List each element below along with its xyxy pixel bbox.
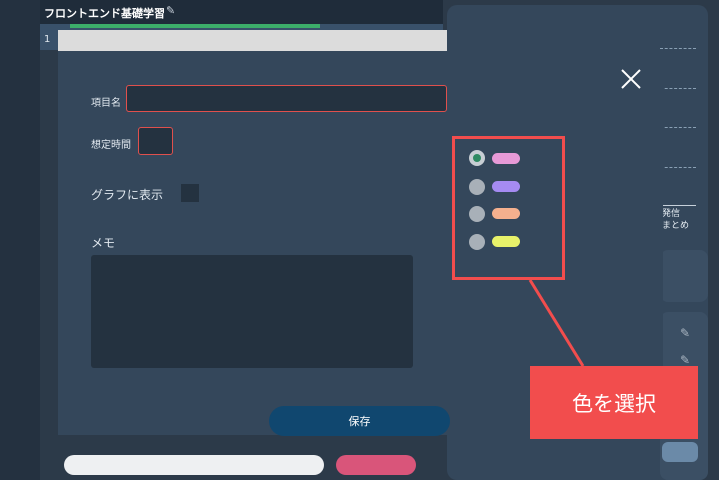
divider bbox=[660, 48, 696, 49]
color-swatch-2[interactable] bbox=[492, 181, 520, 192]
bottom-pill-white[interactable] bbox=[64, 455, 324, 475]
page-title: フロントエンド基礎学習 bbox=[44, 7, 165, 20]
pencil-icon[interactable]: ✎ bbox=[166, 4, 175, 17]
color-swatch-1[interactable] bbox=[492, 153, 520, 164]
memo-textarea[interactable] bbox=[91, 255, 413, 368]
line-number: 1 bbox=[44, 34, 51, 45]
time-input[interactable] bbox=[138, 127, 173, 155]
color-radio-4[interactable] bbox=[469, 234, 485, 250]
graph-label: グラフに表示 bbox=[91, 188, 164, 202]
progress-strip bbox=[70, 24, 320, 28]
graph-checkbox[interactable] bbox=[181, 184, 199, 202]
memo-label: メモ bbox=[91, 236, 116, 250]
right-card bbox=[660, 250, 708, 302]
right-panel-text: 発信 まとめ bbox=[662, 209, 690, 231]
color-radio-3[interactable] bbox=[469, 206, 485, 222]
item-name-label: 項目名 bbox=[91, 98, 121, 109]
divider bbox=[660, 88, 696, 89]
color-swatch-4[interactable] bbox=[492, 236, 520, 247]
color-swatch-3[interactable] bbox=[492, 208, 520, 219]
bottom-pill-pink[interactable] bbox=[336, 455, 416, 475]
divider bbox=[660, 127, 696, 128]
color-radio-1[interactable] bbox=[469, 150, 485, 166]
left-gutter bbox=[0, 0, 40, 480]
item-name-input[interactable] bbox=[126, 85, 447, 112]
color-radio-2[interactable] bbox=[469, 179, 485, 195]
time-label: 想定時間 bbox=[91, 140, 131, 151]
callout-label: 色を選択 bbox=[530, 366, 698, 439]
divider bbox=[660, 205, 696, 206]
close-icon[interactable] bbox=[620, 68, 642, 90]
divider bbox=[660, 167, 696, 168]
pencil-icon[interactable]: ✎ bbox=[680, 326, 690, 340]
right-panel-button[interactable] bbox=[662, 442, 698, 462]
save-button[interactable]: 保存 bbox=[269, 406, 450, 436]
pencil-icon[interactable]: ✎ bbox=[680, 353, 690, 367]
